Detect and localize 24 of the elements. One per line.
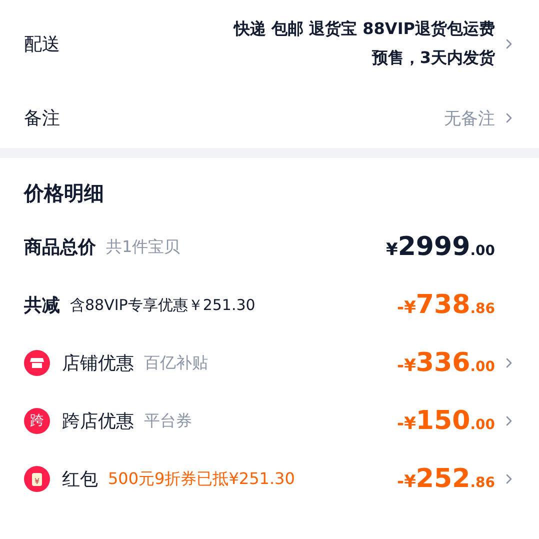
delivery-info: 快递 包邮 退货宝 88VIP退货包运费 xyxy=(234,19,495,40)
section-title: 价格明细 xyxy=(22,180,105,207)
price-note: 平台券 xyxy=(144,410,192,432)
store-icon xyxy=(24,350,50,376)
cross-store-icon: 跨 xyxy=(24,408,50,434)
price-amount: -¥150.00 xyxy=(397,406,495,436)
price-amount: ¥2999.00 xyxy=(386,232,495,262)
delivery-info: 预售，3天内发货 xyxy=(372,48,495,69)
envelope-icon: ¥ xyxy=(24,466,50,492)
price-label: 红包 xyxy=(62,468,98,491)
price-label: 共减 xyxy=(24,294,60,317)
price-amount: -¥738.86 xyxy=(397,290,495,320)
price-note: 共1件宝贝 xyxy=(106,236,180,258)
price-amount: -¥336.00 xyxy=(397,348,495,378)
price-label: 商品总价 xyxy=(24,236,96,259)
remark-value[interactable]: 无备注 xyxy=(444,106,495,130)
row-label: 配送 xyxy=(24,33,60,56)
price-note: 含88VIP专享优惠￥251.30 xyxy=(70,296,256,314)
price-note: 500元9折券已抵¥251.30 xyxy=(108,468,295,490)
price-note: 百亿补贴 xyxy=(144,352,208,374)
price-amount: -¥252.86 xyxy=(397,464,495,494)
price-label: 跨店优惠 xyxy=(62,410,134,433)
price-label: 店铺优惠 xyxy=(62,352,134,375)
row-label: 备注 xyxy=(24,107,60,130)
